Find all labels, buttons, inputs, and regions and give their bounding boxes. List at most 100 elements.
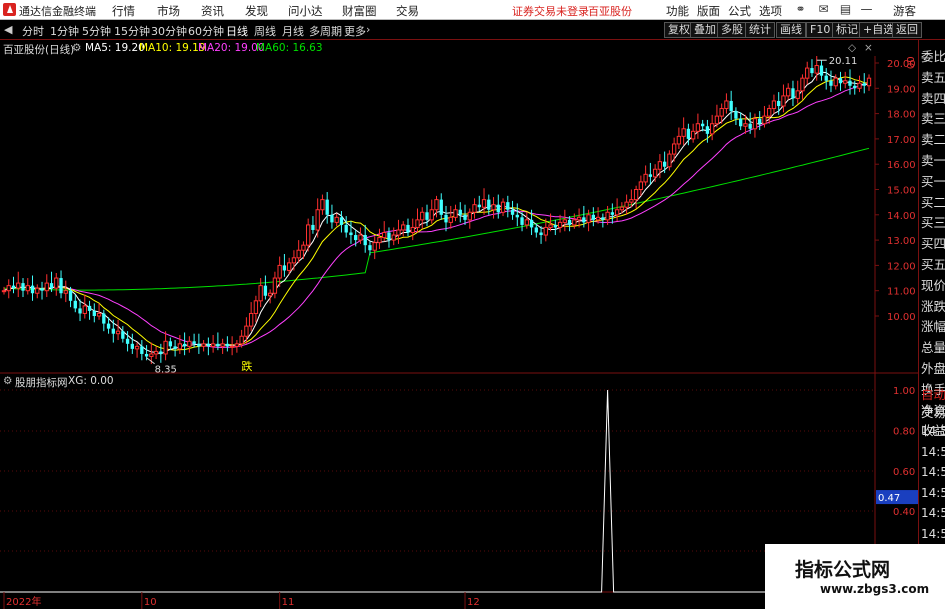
candle-149 xyxy=(709,114,715,141)
candle-body-141 xyxy=(671,143,677,155)
candle-body-142 xyxy=(676,135,682,145)
menu-hangqing[interactable]: 行情 xyxy=(112,3,135,19)
period-arrow-icon[interactable]: ◀ xyxy=(4,23,12,36)
headset-icon[interactable]: ⚭ xyxy=(793,2,808,17)
period-15min[interactable]: 15分钟 xyxy=(114,23,150,39)
chevron-right-icon[interactable]: › xyxy=(366,23,370,36)
low-pointer xyxy=(146,357,155,365)
guest-login[interactable]: 游客 xyxy=(893,3,916,19)
menu-wenxiaoda[interactable]: 问小达 xyxy=(288,3,323,19)
settings-icon[interactable]: ⚙ xyxy=(72,42,81,54)
menu-zixun[interactable]: 资讯 xyxy=(201,3,224,19)
candle-body-139 xyxy=(662,161,667,167)
candle-body-7 xyxy=(35,287,40,294)
menu-jiaoyi[interactable]: 交易 xyxy=(396,3,419,19)
menu-caifuquan[interactable]: 财富圈 xyxy=(342,3,377,19)
candle-2 xyxy=(11,276,16,294)
btn-biaoji[interactable]: 标记 xyxy=(832,22,862,38)
candle-90 xyxy=(429,199,434,224)
panel-trade: 交易 xyxy=(921,405,945,420)
period-more[interactable]: 更多 xyxy=(344,23,366,39)
candle-body-69 xyxy=(330,214,334,223)
app-title: 通达信金融终端 xyxy=(19,5,96,18)
candle-174 xyxy=(829,70,833,93)
candle-body-76 xyxy=(363,235,367,246)
candle-7 xyxy=(35,284,40,299)
time-label-1: 10 xyxy=(144,597,157,608)
menu-gongshi[interactable]: 公式 xyxy=(728,3,751,19)
candle-77 xyxy=(368,241,372,256)
candle-body-85 xyxy=(406,224,410,233)
candle-103 xyxy=(491,197,496,219)
period-30min[interactable]: 30分钟 xyxy=(151,23,187,39)
watermark-title: 指标公式网 xyxy=(795,559,891,581)
candle-79 xyxy=(377,228,382,249)
period-monthly[interactable]: 月线 xyxy=(282,23,304,39)
menu-xuanxiang[interactable]: 选项 xyxy=(759,3,782,19)
btn-tongji[interactable]: 统计 xyxy=(745,22,775,38)
period-1min[interactable]: 1分钟 xyxy=(50,23,79,39)
candle-body-113 xyxy=(539,232,543,236)
menu-shichang[interactable]: 市场 xyxy=(157,3,180,19)
candle-body-179 xyxy=(853,85,857,89)
candle-15 xyxy=(73,294,77,313)
xg-signal-line xyxy=(0,389,875,593)
diamond-icon[interactable]: ◇ xyxy=(848,42,856,54)
candle-body-2 xyxy=(11,285,16,289)
candle-136 xyxy=(648,162,653,185)
price-tick-7: 13.00 xyxy=(887,236,916,247)
btn-duogu[interactable]: 多股 xyxy=(717,22,747,38)
candle-body-180 xyxy=(857,82,862,89)
candle-118 xyxy=(562,209,567,232)
candle-76 xyxy=(363,224,367,253)
candle-57 xyxy=(272,271,278,299)
menu-gongneng[interactable]: 功能 xyxy=(666,3,689,19)
candle-body-49 xyxy=(234,343,240,347)
indicator-tick-1: 0.80 xyxy=(893,426,915,437)
candle-body-156 xyxy=(743,123,748,127)
close-icon[interactable]: × xyxy=(864,42,873,54)
menu-banmian[interactable]: 版面 xyxy=(697,3,720,19)
candle-154 xyxy=(734,107,738,125)
period-weekly[interactable]: 周线 xyxy=(254,23,276,39)
candle-97 xyxy=(463,204,467,225)
login-status[interactable]: 证券交易未登录 xyxy=(512,3,589,19)
candle-166 xyxy=(791,80,795,107)
candle-33 xyxy=(159,343,163,363)
period-fenshi[interactable]: 分时 xyxy=(22,23,44,39)
candle-95 xyxy=(453,204,458,222)
envelope-icon[interactable]: ✉ xyxy=(816,2,831,17)
chart-icon[interactable]: ▤ xyxy=(838,2,853,17)
candle-168 xyxy=(800,74,805,100)
panel-label-9: 买四 xyxy=(921,236,945,252)
btn-fanhui[interactable]: 返回 xyxy=(892,22,922,38)
candle-body-75 xyxy=(358,234,363,241)
candle-body-34 xyxy=(163,340,168,355)
candle-body-131 xyxy=(624,201,629,208)
price-tick-10: 10.00 xyxy=(887,312,916,323)
menu-faxian[interactable]: 发现 xyxy=(245,3,268,19)
period-daily[interactable]: 日线 xyxy=(226,23,248,39)
kline-chart[interactable]: 20.118.35 跌 20.0019.0018.0017.0016.0015.0… xyxy=(0,56,918,609)
btn-huaxian[interactable]: 画线 xyxy=(776,22,806,38)
candle-body-176 xyxy=(838,78,843,84)
candle-body-135 xyxy=(643,173,648,183)
candle-body-151 xyxy=(719,108,724,117)
candle-27 xyxy=(130,333,134,354)
candle-body-103 xyxy=(491,204,496,211)
panel-label-4: 卖二 xyxy=(921,132,945,148)
candle-body-129 xyxy=(614,209,620,216)
candle-body-168 xyxy=(800,77,805,92)
candle-body-148 xyxy=(705,126,710,134)
period-multi[interactable]: 多周期 xyxy=(309,23,342,39)
candle-176 xyxy=(838,71,843,91)
btn-f10[interactable]: F10 xyxy=(806,22,835,38)
period-5min[interactable]: 5分钟 xyxy=(82,23,111,39)
candle-body-159 xyxy=(758,118,762,124)
period-60min[interactable]: 60分钟 xyxy=(188,23,224,39)
minimize-icon[interactable]: — xyxy=(859,2,874,17)
btn-diejia[interactable]: 叠加 xyxy=(690,22,720,38)
candle-body-174 xyxy=(829,80,833,86)
current-value-text: 0.47 xyxy=(878,493,900,504)
candle-body-83 xyxy=(396,229,401,236)
